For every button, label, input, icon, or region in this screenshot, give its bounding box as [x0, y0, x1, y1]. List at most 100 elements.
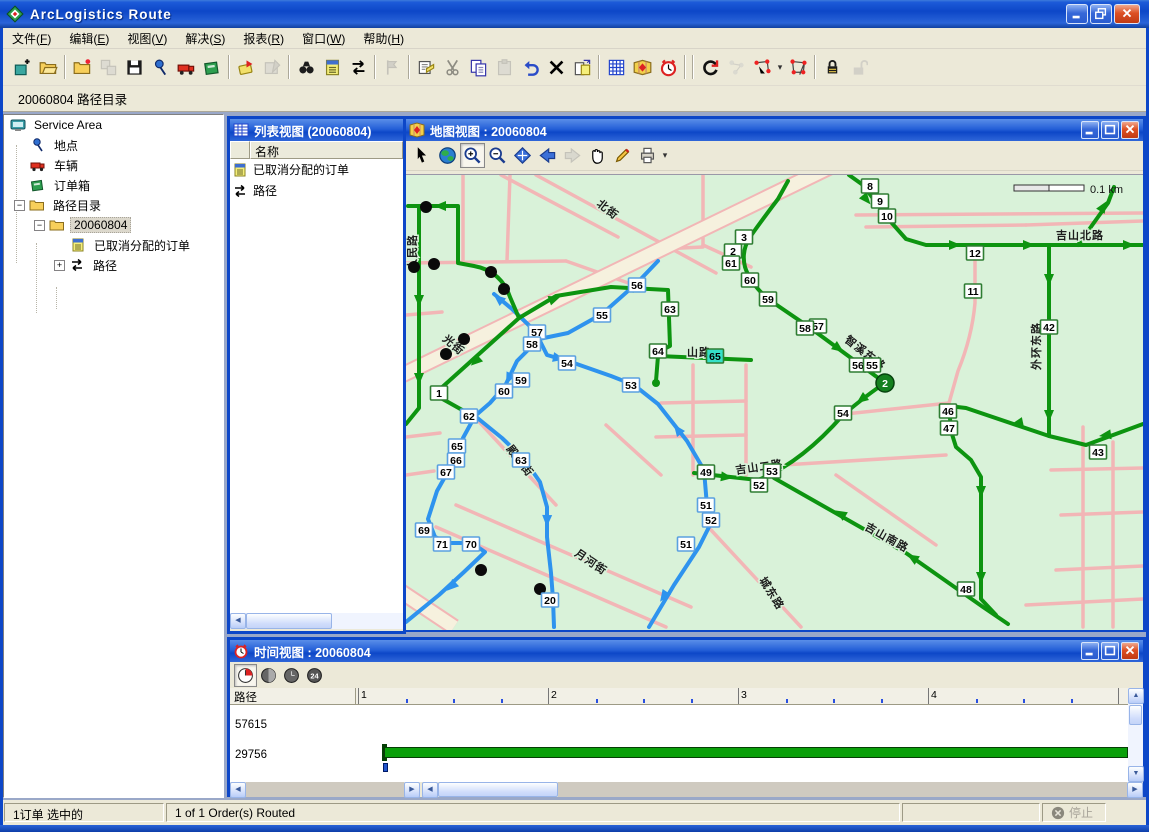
scrollbar-track[interactable]: [558, 782, 1127, 797]
time-view-button[interactable]: [655, 54, 681, 80]
route-stops-button[interactable]: [345, 54, 371, 80]
flag-button[interactable]: [379, 54, 405, 80]
clock-half-button[interactable]: [257, 664, 280, 687]
paste-button[interactable]: [491, 54, 517, 80]
copy-special-button[interactable]: [95, 54, 121, 80]
order-box-button[interactable]: [199, 54, 225, 80]
tree-item-路径[interactable]: + 路径: [4, 255, 223, 275]
list-view-button[interactable]: [603, 54, 629, 80]
import-button[interactable]: [9, 54, 35, 80]
assign-orders-button[interactable]: [233, 54, 259, 80]
minimize-button[interactable]: [1066, 4, 1088, 24]
tree-item-订单箱[interactable]: 订单箱: [4, 175, 223, 195]
open-button[interactable]: [35, 54, 61, 80]
time-minimize-button[interactable]: [1081, 642, 1099, 660]
time-vertical-scrollbar[interactable]: ▲ ▼: [1128, 688, 1143, 782]
close-button[interactable]: [1114, 4, 1140, 24]
edit-button[interactable]: [259, 54, 285, 80]
tree-item-label[interactable]: 地点: [51, 137, 81, 154]
scroll-down-icon[interactable]: ▼: [1128, 766, 1144, 782]
list-column-blank[interactable]: [230, 141, 250, 159]
list-item-note[interactable]: 已取消分配的订单: [230, 159, 403, 180]
sequence-button[interactable]: [723, 54, 749, 80]
time-close-button[interactable]: [1121, 642, 1139, 660]
stop-button[interactable]: 停止: [1042, 803, 1106, 822]
delete-button[interactable]: [543, 54, 569, 80]
map-minimize-button[interactable]: [1081, 121, 1099, 139]
time-view-titlebar[interactable]: 时间视图 : 20060804: [230, 640, 1143, 662]
route-column-header[interactable]: 路径: [230, 688, 356, 705]
scrollbar-thumb[interactable]: [438, 782, 558, 797]
tree-item-已取消分配的订单[interactable]: 已取消分配的订单: [4, 235, 223, 255]
tree-expander-collapse-icon[interactable]: −: [34, 220, 45, 231]
menu-F[interactable]: 文件(F): [3, 28, 60, 49]
globe-tool-button[interactable]: [435, 143, 460, 168]
scroll-up-icon[interactable]: ▲: [1128, 688, 1144, 704]
time-cursor-marker[interactable]: [383, 763, 388, 772]
print-tool-button[interactable]: [635, 143, 660, 168]
draw-tool-button[interactable]: [610, 143, 635, 168]
resequence-button[interactable]: [785, 54, 811, 80]
map-close-button[interactable]: [1121, 121, 1139, 139]
scrollbar-thumb[interactable]: [1129, 705, 1142, 725]
pan-tool-button[interactable]: [585, 143, 610, 168]
menu-V[interactable]: 视图(V): [118, 28, 176, 49]
tree-item-车辆[interactable]: 车辆: [4, 155, 223, 175]
undo-button[interactable]: [517, 54, 543, 80]
find-button[interactable]: [293, 54, 319, 80]
time-gantt-area[interactable]: 57615 29756: [230, 705, 1128, 782]
time-maximize-button[interactable]: [1101, 642, 1119, 660]
map-maximize-button[interactable]: [1101, 121, 1119, 139]
scroll-left-icon[interactable]: ◀: [422, 782, 438, 798]
tree-item-label[interactable]: 车辆: [51, 157, 81, 174]
tree-item-label[interactable]: 已取消分配的订单: [91, 237, 193, 254]
tree-item-label[interactable]: 20060804: [70, 217, 131, 233]
forward-tool-button[interactable]: [560, 143, 585, 168]
save-button[interactable]: [121, 54, 147, 80]
reassign-stops-dropdown-icon[interactable]: ▾: [775, 62, 785, 73]
scroll-right-icon[interactable]: ▶: [404, 782, 420, 798]
scrollbar-track[interactable]: [246, 782, 404, 797]
tree-item-label[interactable]: Service Area: [31, 118, 105, 132]
print-dropdown-icon[interactable]: ▾: [660, 150, 670, 161]
list-view-titlebar[interactable]: 列表视图 (20060804): [230, 119, 403, 141]
clock-hour-button[interactable]: [280, 664, 303, 687]
scroll-left-icon[interactable]: ◀: [230, 613, 246, 629]
list-item-label[interactable]: 路径: [253, 182, 277, 199]
route-row-label[interactable]: 57615: [235, 719, 267, 731]
map-canvas[interactable]: 北街人民路光街山路智溪东路吉山北路外环东路吉山二路吉山南路月河街城东路殿前街56…: [406, 174, 1143, 629]
scroll-right-icon[interactable]: ▶: [1127, 782, 1143, 798]
vehicle-truck-button[interactable]: [173, 54, 199, 80]
properties-button[interactable]: [413, 54, 439, 80]
list-item-label[interactable]: 已取消分配的订单: [253, 161, 349, 178]
restore-button[interactable]: [1090, 4, 1112, 24]
orders-list-button[interactable]: [319, 54, 345, 80]
clock-quarter-button[interactable]: [234, 664, 257, 687]
tree-expander-expand-icon[interactable]: +: [54, 260, 65, 271]
map[interactable]: 北街人民路光街山路智溪东路吉山北路外环东路吉山二路吉山南路月河街城东路殿前街56…: [406, 175, 1143, 630]
map-view-titlebar[interactable]: 地图视图 : 20060804: [406, 119, 1143, 141]
tree-expander-collapse-icon[interactable]: −: [14, 200, 25, 211]
list-item-route[interactable]: 路径: [230, 180, 403, 201]
tree-item-label[interactable]: 路径: [90, 257, 120, 274]
tree-item-label[interactable]: 订单箱: [51, 177, 93, 194]
tree-item-地点[interactable]: 地点: [4, 135, 223, 155]
duplicate-button[interactable]: [569, 54, 595, 80]
scrollbar-thumb[interactable]: [246, 613, 332, 629]
cut-button[interactable]: [439, 54, 465, 80]
pointer-tool-button[interactable]: [410, 143, 435, 168]
menu-H[interactable]: 帮助(H): [354, 28, 413, 49]
menu-R[interactable]: 报表(R): [234, 28, 293, 49]
tree-item-20060804[interactable]: − 20060804: [4, 215, 223, 235]
tree-item-路径目录[interactable]: −路径目录: [4, 195, 223, 215]
route-row-label[interactable]: 29756: [235, 749, 267, 761]
scroll-left-icon[interactable]: ◀: [230, 782, 246, 798]
zoom-in-tool-button[interactable]: [460, 143, 485, 168]
list-column-name[interactable]: 名称: [250, 141, 403, 159]
unlock-button[interactable]: [845, 54, 871, 80]
menu-S[interactable]: 解决(S): [176, 28, 234, 49]
location-pin-button[interactable]: [147, 54, 173, 80]
list-horizontal-scrollbar[interactable]: ◀: [230, 613, 403, 629]
reassign-stops-button[interactable]: [749, 54, 775, 80]
time-horizontal-scrollbars[interactable]: ◀ ▶ ◀ ▶: [230, 782, 1143, 797]
